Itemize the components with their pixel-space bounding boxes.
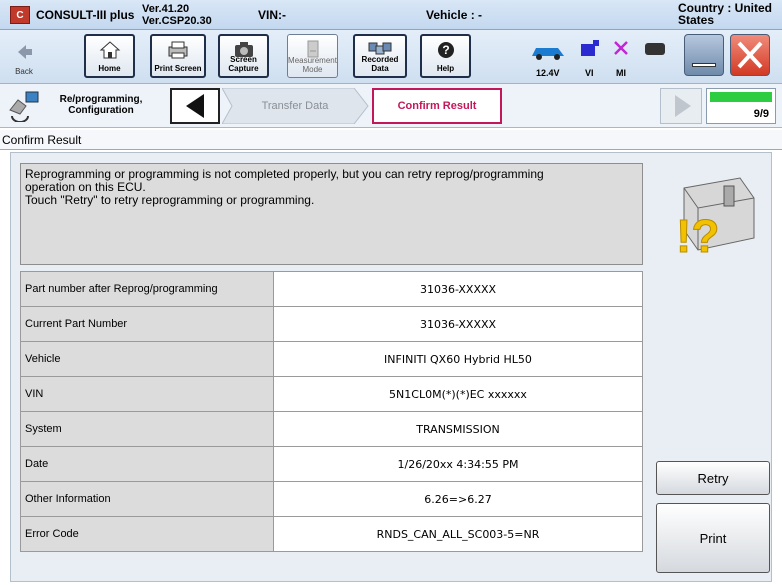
close-button[interactable] (730, 34, 770, 76)
step-confirm-label: Confirm Result (397, 100, 477, 112)
back-button[interactable]: Back (6, 36, 42, 78)
row-value: INFINITI QX60 Hybrid HL50 (273, 341, 643, 377)
device-icon (645, 43, 665, 55)
row-label: Current Part Number (20, 306, 274, 342)
table-row: Vehicle INFINITI QX60 Hybrid HL50 (20, 341, 643, 377)
row-value: 6.26=>6.27 (273, 481, 643, 517)
print-screen-button[interactable]: Print Screen (150, 34, 206, 78)
title-bar: C CONSULT-III plus Ver.41.20 Ver.CSP20.3… (0, 0, 782, 30)
right-arrow-icon (675, 95, 691, 117)
row-label: Error Code (20, 516, 274, 552)
table-row: Other Information 6.26=>6.27 (20, 481, 643, 517)
home-icon (99, 41, 120, 59)
left-arrow-icon (186, 94, 204, 118)
row-label: Part number after Reprog/programming (20, 271, 274, 307)
row-value: 31036-XXXXX (273, 306, 643, 342)
table-row: Part number after Reprog/programming 310… (20, 271, 643, 307)
table-row: Error Code RNDS_CAN_ALL_SC003-5=NR (20, 516, 643, 552)
table-row: VIN 5N1CL0M(*)(*)EC xxxxxx (20, 376, 643, 412)
recorded-data-icon (368, 42, 392, 55)
result-table: Part number after Reprog/programming 310… (20, 271, 643, 552)
svg-text:?: ? (442, 43, 449, 57)
step-transfer-label: Transfer Data (261, 100, 329, 112)
section-title: Confirm Result (0, 130, 782, 150)
printer-icon (168, 41, 188, 59)
app-title: CONSULT-III plus (36, 8, 135, 22)
camera-icon (234, 42, 253, 57)
mi-label: MI (616, 68, 626, 78)
svg-text:!?: !? (676, 210, 719, 260)
ecu-warning-icon: !? (676, 177, 755, 260)
row-label: System (20, 411, 274, 447)
nav-forward-button[interactable] (660, 88, 702, 124)
screen-capture-button[interactable]: Screen Capture (218, 34, 269, 78)
table-row: System TRANSMISSION (20, 411, 643, 447)
minimize-icon (692, 63, 716, 67)
row-label: Date (20, 446, 274, 482)
help-button[interactable]: ? Help (420, 34, 471, 78)
row-value: 1/26/20xx 4:34:55 PM (273, 446, 643, 482)
retry-button[interactable]: Retry (656, 461, 770, 495)
voltage-readout: 12.4V (536, 68, 560, 78)
minimize-button[interactable] (684, 34, 724, 76)
measurement-mode-button[interactable]: Measurement Mode (287, 34, 338, 78)
table-row: Current Part Number 31036-XXXXX (20, 306, 643, 342)
row-label: Vehicle (20, 341, 274, 377)
row-label: Other Information (20, 481, 274, 517)
mi-disconnected-icon (614, 41, 628, 55)
message-line-3: Touch "Retry" to retry reprogramming or … (25, 193, 315, 207)
version-info: Ver.41.20 Ver.CSP20.30 (142, 3, 212, 27)
vi-connection-icon (581, 40, 599, 56)
back-arrow-icon (18, 45, 32, 59)
help-icon: ? (437, 42, 454, 58)
row-value: 31036-XXXXX (273, 271, 643, 307)
car-battery-icon (532, 48, 564, 60)
print-button[interactable]: Print (656, 503, 770, 573)
row-label: VIN (20, 376, 274, 412)
recorded-data-button[interactable]: Recorded Data (353, 34, 407, 78)
navigation-bar: Re/programming, Configuration Transfer D… (0, 84, 782, 128)
battery-progress-bar (710, 92, 772, 102)
toolbar: Back Home Print Screen Screen Capture Me… (0, 30, 782, 84)
nav-back-button[interactable] (170, 88, 220, 124)
vehicle-label: Vehicle : - (426, 8, 483, 22)
close-icon (737, 41, 763, 69)
page-counter: 9/9 (753, 108, 769, 120)
reprogramming-icon (9, 91, 39, 122)
message-box: Reprogramming or programming is not comp… (20, 163, 643, 265)
row-value: RNDS_CAN_ALL_SC003-5=NR (273, 516, 643, 552)
row-value: 5N1CL0M(*)(*)EC xxxxxx (273, 376, 643, 412)
measurement-icon (307, 40, 318, 58)
reprog-config-label: Re/programming, Configuration (59, 94, 143, 116)
consult-logo-icon: C (10, 6, 30, 24)
country-label: Country : United States (678, 1, 772, 27)
table-row: Date 1/26/20xx 4:34:55 PM (20, 446, 643, 482)
vin-label: VIN:- (258, 8, 286, 22)
home-button[interactable]: Home (84, 34, 135, 78)
progress-indicator: 9/9 (706, 88, 776, 124)
row-value: TRANSMISSION (273, 411, 643, 447)
vi-label: VI (585, 68, 594, 78)
